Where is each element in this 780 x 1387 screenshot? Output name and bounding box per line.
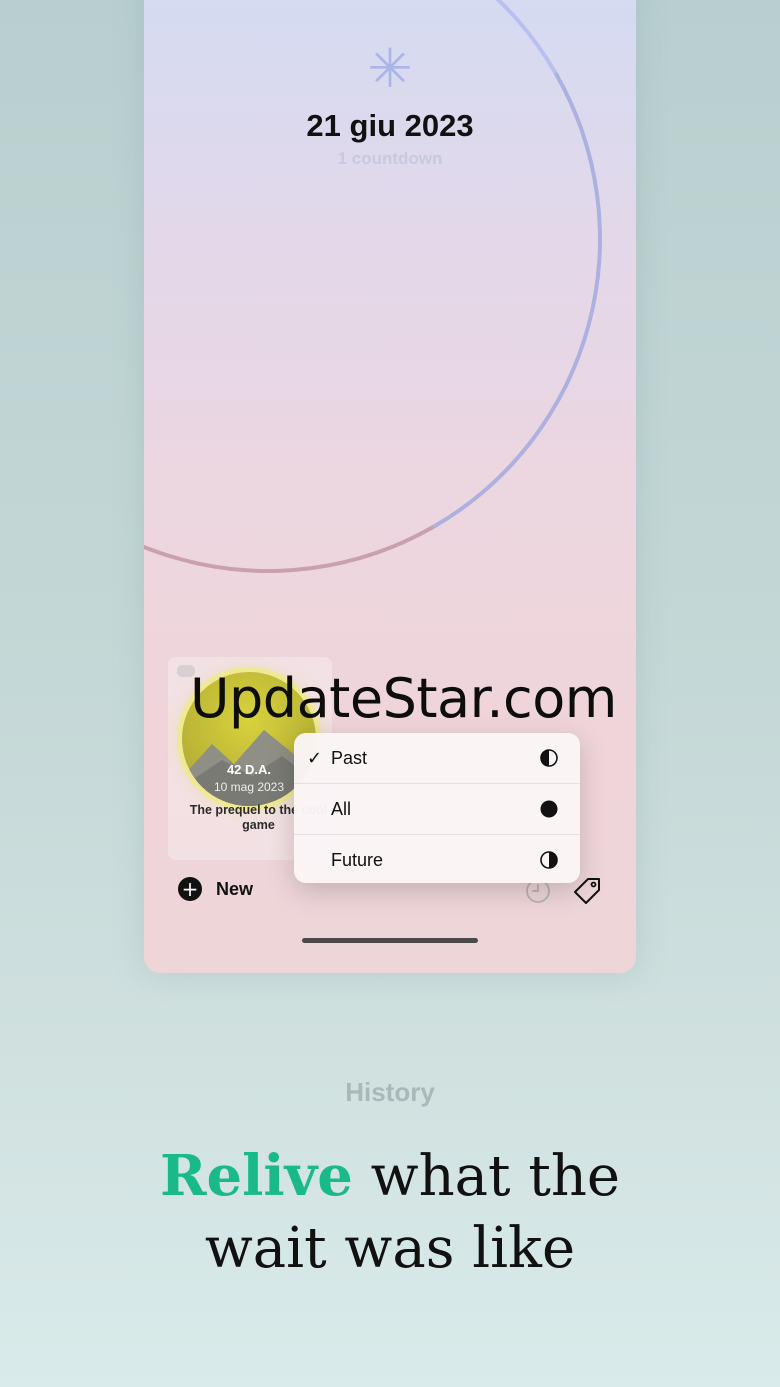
menu-item-future[interactable]: Future [294, 835, 580, 883]
promo-headline: Relive what the wait was like [0, 1140, 780, 1285]
section-label: History [345, 1077, 435, 1107]
half-circle-right-icon [540, 851, 558, 869]
countdown-count: 1 countdown [337, 149, 443, 168]
new-label: New [216, 878, 254, 899]
watermark: UpdateStar.com [190, 667, 617, 730]
menu-item-label: Past [331, 747, 368, 768]
headline-rest: what the [352, 1144, 621, 1209]
menu-item-all[interactable]: All [294, 784, 580, 835]
half-circle-left-icon [540, 749, 558, 767]
plus-circle-icon: + [178, 877, 202, 901]
filter-menu: ✓ Past All Future [294, 733, 580, 883]
page-title: 21 giu 2023 [306, 108, 474, 143]
checkmark-icon: ✓ [307, 747, 323, 769]
menu-item-past[interactable]: ✓ Past [294, 733, 580, 784]
home-indicator[interactable] [302, 938, 478, 943]
menu-item-label: All [331, 798, 352, 819]
headline-accent: Relive [159, 1143, 353, 1209]
headline-line2: wait was like [204, 1216, 576, 1281]
filled-circle-icon [540, 800, 558, 818]
asterisk-icon: ✳ [367, 37, 413, 100]
new-button[interactable]: + New [178, 877, 253, 901]
menu-item-label: Future [331, 849, 384, 870]
